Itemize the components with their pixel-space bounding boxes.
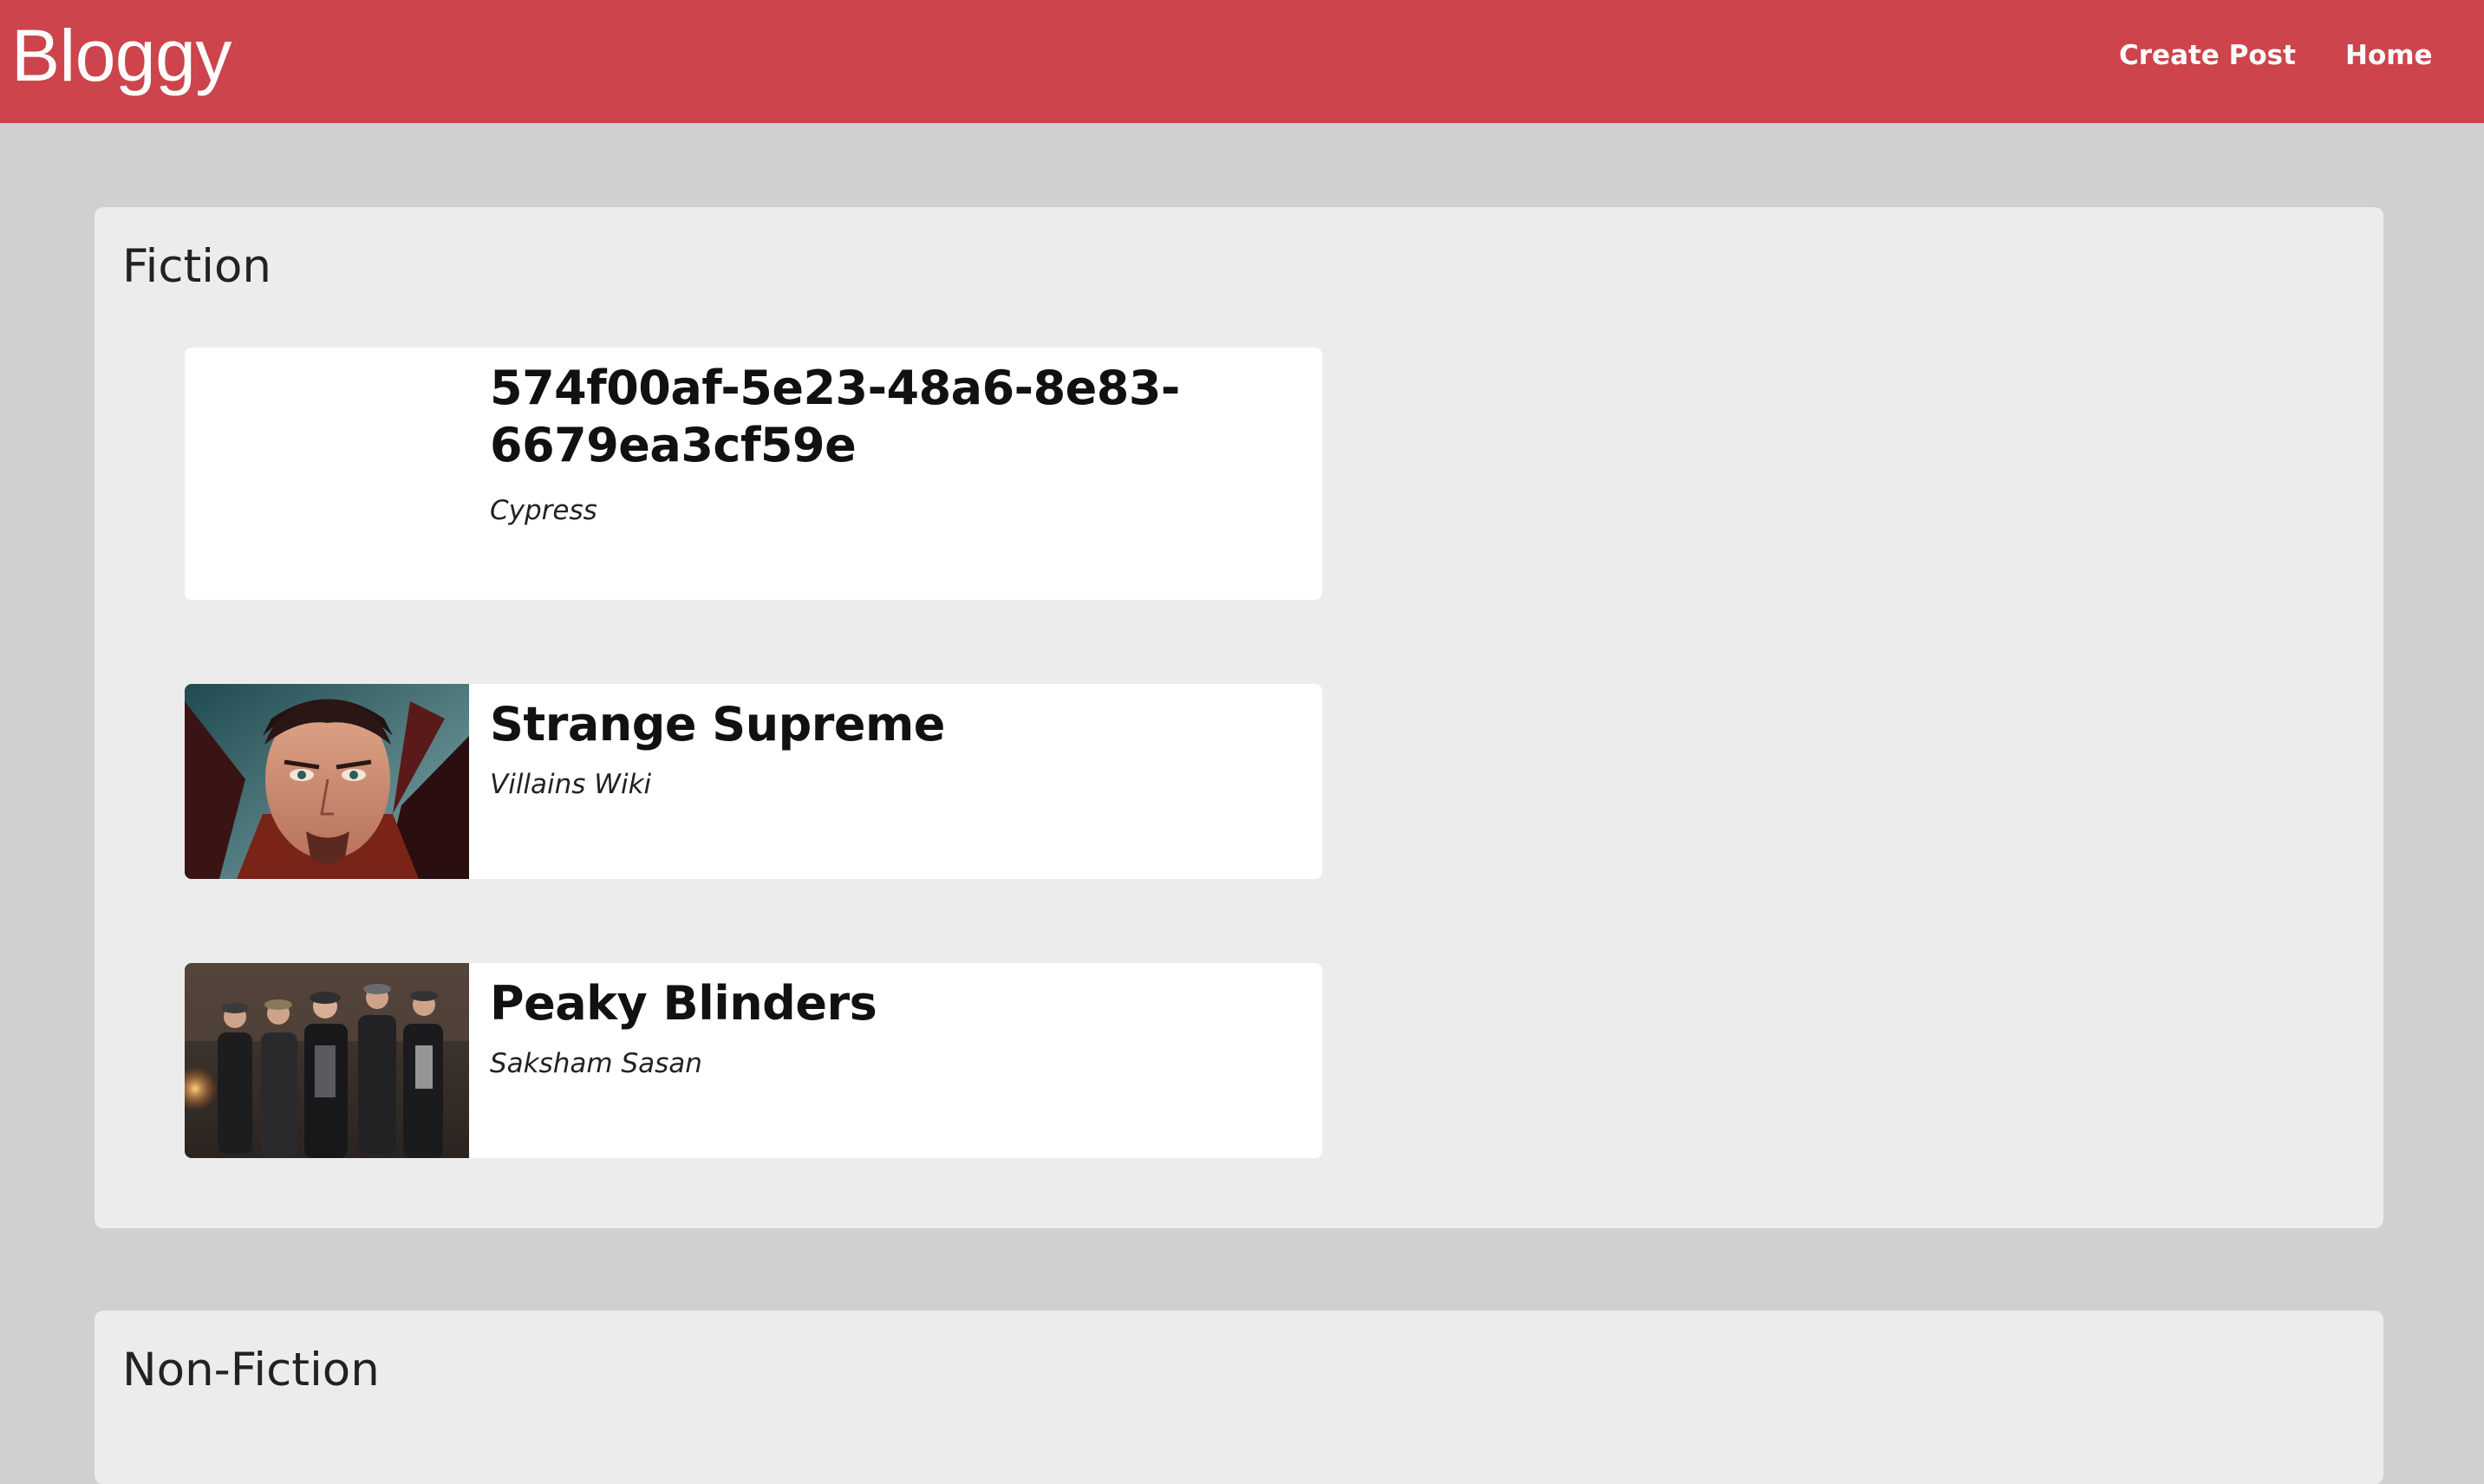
sorcerer-portrait-image [185, 684, 469, 879]
section-title: Non-Fiction [122, 1344, 380, 1396]
post-card[interactable]: 574f00af-5e23-48a6-8e83-6679ea3cf59e Cyp… [185, 348, 1322, 600]
post-author: Cypress [490, 495, 597, 526]
nav-home-link[interactable]: Home [2345, 36, 2433, 75]
brand-logo[interactable]: Bloggy [11, 12, 231, 99]
section-fiction: Fiction 574f00af-5e23-48a6-8e83-6679ea3c… [95, 207, 2383, 1228]
post-title[interactable]: Strange Supreme [490, 696, 1270, 753]
nav-create-post-link[interactable]: Create Post [2119, 36, 2296, 75]
section-title: Fiction [122, 240, 272, 293]
post-author: Saksham Sasan [490, 1048, 702, 1079]
post-title[interactable]: 574f00af-5e23-48a6-8e83-6679ea3cf59e [490, 360, 1270, 474]
post-card[interactable]: Peaky Blinders Saksham Sasan [185, 963, 1322, 1158]
post-title[interactable]: Peaky Blinders [490, 975, 1270, 1032]
post-author: Villains Wiki [490, 769, 652, 800]
post-card[interactable]: Strange Supreme Villains Wiki [185, 684, 1322, 879]
post-thumbnail-image[interactable] [185, 684, 469, 879]
section-non-fiction: Non-Fiction [95, 1311, 2383, 1484]
navbar: Bloggy Create Post Home [0, 0, 2484, 123]
group-walking-image [185, 963, 469, 1158]
post-thumbnail-image[interactable] [185, 963, 469, 1158]
